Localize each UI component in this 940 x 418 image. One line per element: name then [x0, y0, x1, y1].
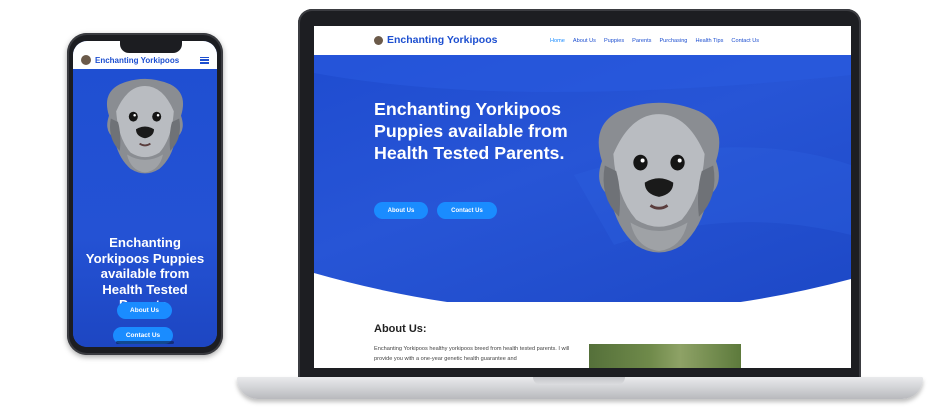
hero-headline: Enchanting Yorkipoos Puppies available f… — [374, 99, 568, 163]
hamburger-menu-icon[interactable] — [200, 56, 209, 64]
nav-health-tips[interactable]: Health Tips — [695, 38, 723, 44]
site-header: Enchanting Yorkipoos Home About Us Puppi… — [314, 26, 851, 55]
dog-illustration — [598, 102, 720, 253]
hero-about-us-button[interactable]: About Us — [374, 202, 428, 219]
about-section-title: About Us: — [374, 323, 427, 335]
phone-device: Enchanting Yorkipoos Enchanting Yorkipoo… — [67, 33, 223, 355]
laptop-notch — [533, 377, 625, 385]
dog-logo-icon[interactable] — [81, 55, 91, 65]
phone-about-us-button[interactable]: About Us — [117, 302, 172, 319]
hero-section: Enchanting Yorkipoos Puppies available f… — [314, 55, 851, 302]
dog-logo-icon[interactable] — [374, 36, 383, 45]
nav-purchasing[interactable]: Purchasing — [659, 38, 687, 44]
about-section-text: Enchanting Yorkipoos healthy yorkipoos b… — [374, 346, 570, 362]
phone-screen: Enchanting Yorkipoos Enchanting Yorkipoo… — [73, 41, 217, 347]
dog-illustration — [106, 78, 184, 174]
nav-about-us[interactable]: About Us — [573, 38, 596, 44]
nav-contact-us[interactable]: Contact Us — [731, 38, 759, 44]
phone-notch — [120, 41, 182, 53]
phone-home-indicator — [116, 341, 174, 344]
nav-puppies[interactable]: Puppies — [604, 38, 624, 44]
site-nav: Home About Us Puppies Parents Purchasing… — [550, 38, 767, 44]
laptop-screen: Enchanting Yorkipoos Home About Us Puppi… — [314, 26, 851, 368]
site-brand-name[interactable]: Enchanting Yorkipoos — [387, 34, 497, 46]
about-photo — [589, 344, 741, 368]
phone-brand-name[interactable]: Enchanting Yorkipoos — [95, 56, 179, 65]
nav-home[interactable]: Home — [550, 38, 565, 44]
phone-hero: Enchanting Yorkipoos Puppies available f… — [73, 69, 217, 347]
nav-parents[interactable]: Parents — [632, 38, 651, 44]
hero-contact-us-button[interactable]: Contact Us — [437, 202, 497, 219]
